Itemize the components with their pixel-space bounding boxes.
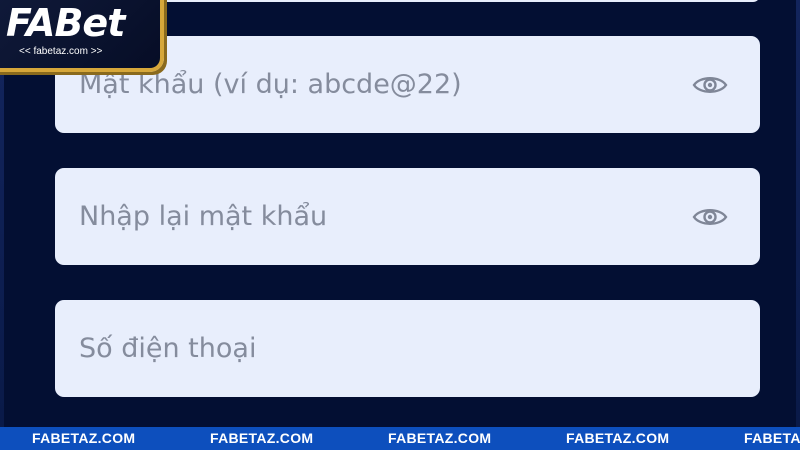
confirm-password-placeholder: Nhập lại mật khẩu <box>79 201 328 232</box>
ticker-item: FABETAZ.COM <box>744 430 800 446</box>
ticker-item: FABETAZ.COM <box>210 430 314 446</box>
logo-tagline: << fabetaz.com >> <box>19 46 103 57</box>
eye-icon[interactable] <box>692 73 728 97</box>
ticker-item: FABETAZ.COM <box>32 430 136 446</box>
eye-icon[interactable] <box>692 205 728 229</box>
phone-field[interactable]: Số điện thoại <box>55 300 760 397</box>
ticker-item: FABETAZ.COM <box>566 430 670 446</box>
ticker-item: FABETAZ.COM <box>388 430 492 446</box>
left-edge-decoration <box>0 60 4 430</box>
confirm-password-field[interactable]: Nhập lại mật khẩu <box>55 168 760 265</box>
footer-ticker: FABETAZ.COM FABETAZ.COM FABETAZ.COM FABE… <box>0 427 800 450</box>
phone-placeholder: Số điện thoại <box>79 333 257 364</box>
logo-brand: FABet <box>6 1 125 45</box>
right-edge-decoration <box>796 0 800 430</box>
fabet-logo: FABet << fabetaz.com >> <box>0 0 166 74</box>
